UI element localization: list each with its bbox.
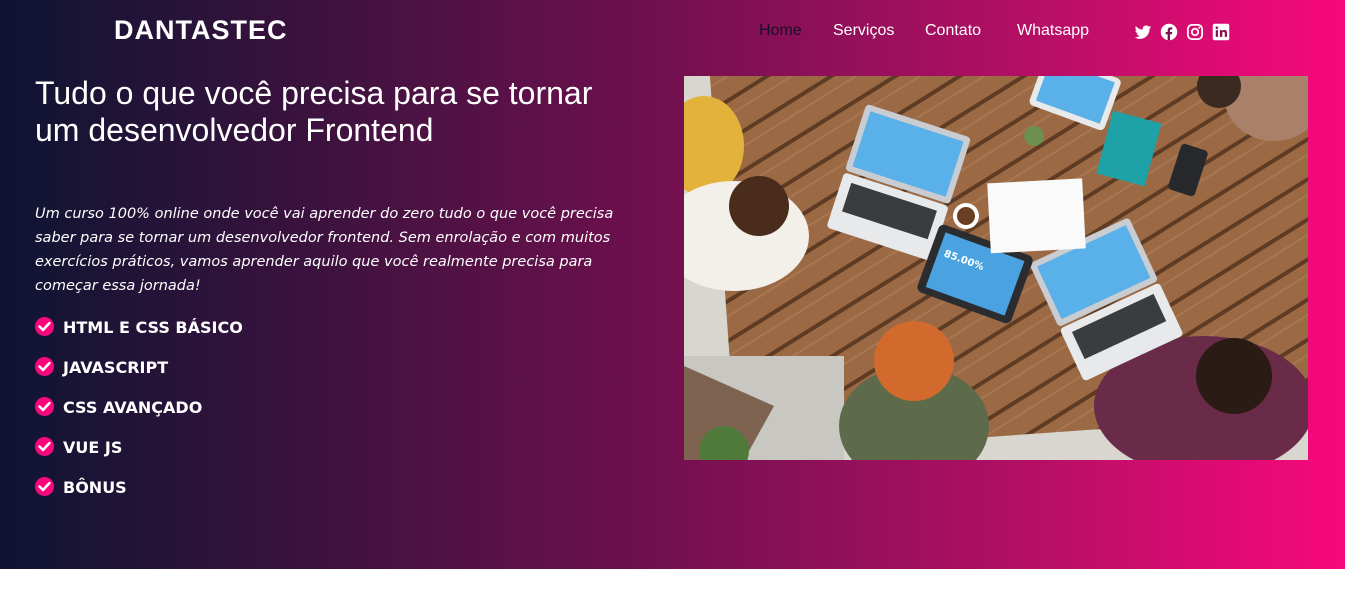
hero-section: DANTASTEC Home Serviços Contato Whatsapp… <box>0 0 1345 569</box>
check-circle-icon <box>35 357 54 376</box>
linkedin-icon[interactable] <box>1212 23 1230 41</box>
nav-home-link[interactable]: Home <box>759 22 802 40</box>
nav-servicos-link[interactable]: Serviços <box>833 22 894 40</box>
brand-logo[interactable]: DANTASTEC <box>114 15 288 46</box>
feature-label: HTML E CSS BÁSICO <box>63 318 243 337</box>
twitter-icon[interactable] <box>1134 23 1152 41</box>
team-at-table-illustration: 85.00% <box>684 76 1308 460</box>
hero-title: Tudo o que você precisa para se tornar u… <box>35 75 593 148</box>
feature-label: CSS AVANÇADO <box>63 398 203 417</box>
check-circle-icon <box>35 317 54 336</box>
nav-contato-link[interactable]: Contato <box>925 22 981 40</box>
hero-description: Um curso 100% online onde você vai apren… <box>35 206 614 294</box>
check-circle-icon <box>35 477 54 496</box>
nav-whatsapp-link[interactable]: Whatsapp <box>1017 22 1089 40</box>
check-circle-icon <box>35 397 54 416</box>
feature-label: VUE JS <box>63 438 123 457</box>
instagram-icon[interactable] <box>1186 23 1204 41</box>
facebook-icon[interactable] <box>1160 23 1178 41</box>
feature-label: BÔNUS <box>63 478 127 497</box>
check-circle-icon <box>35 437 54 456</box>
feature-label: JAVASCRIPT <box>63 358 169 377</box>
hero-photo: 85.00% <box>684 76 1308 460</box>
